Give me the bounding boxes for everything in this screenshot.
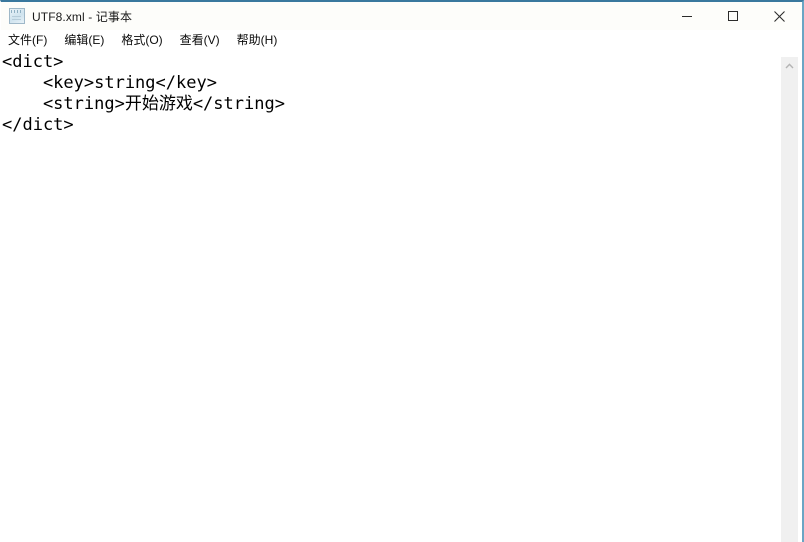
menu-item-file[interactable]: 文件(F) xyxy=(8,30,55,51)
maximize-icon xyxy=(728,11,738,21)
vertical-scrollbar[interactable] xyxy=(781,57,798,542)
chevron-up-icon xyxy=(785,62,794,68)
notepad-icon xyxy=(9,8,25,24)
menu-item-edit[interactable]: 编辑(E) xyxy=(64,30,112,51)
maximize-button[interactable] xyxy=(710,2,756,30)
title-bar[interactable]: UTF8.xml - 记事本 xyxy=(1,2,802,30)
text-editor[interactable]: <dict> <key>string</key> <string>开始游戏</s… xyxy=(1,51,777,542)
menu-item-help[interactable]: 帮助(H) xyxy=(237,30,286,51)
editor-content[interactable]: <dict> <key>string</key> <string>开始游戏</s… xyxy=(2,52,777,136)
minimize-icon xyxy=(682,16,692,17)
scrollbar-track[interactable] xyxy=(781,74,798,542)
window-controls xyxy=(664,2,802,30)
window-title: UTF8.xml - 记事本 xyxy=(32,9,133,24)
close-icon xyxy=(773,10,785,22)
minimize-button[interactable] xyxy=(664,2,710,30)
close-button[interactable] xyxy=(756,2,802,30)
editor-area: <dict> <key>string</key> <string>开始游戏</s… xyxy=(1,51,802,542)
notepad-window: UTF8.xml - 记事本 文件(F) 编辑(E) 格式(O) 查看(V) 帮… xyxy=(0,0,804,542)
menu-item-view[interactable]: 查看(V) xyxy=(180,30,228,51)
scroll-up-button[interactable] xyxy=(781,57,798,74)
menu-bar: 文件(F) 编辑(E) 格式(O) 查看(V) 帮助(H) xyxy=(1,30,802,51)
menu-item-format[interactable]: 格式(O) xyxy=(121,30,170,51)
